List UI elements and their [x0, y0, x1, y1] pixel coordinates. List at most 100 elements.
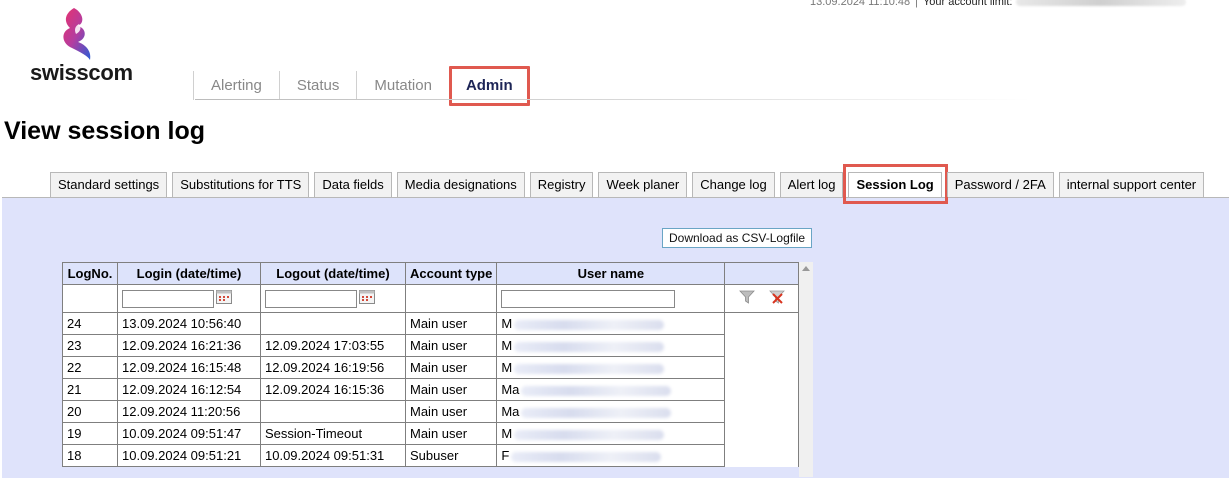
- tab-alerting[interactable]: Alerting: [193, 71, 279, 100]
- table-row[interactable]: 23 12.09.2024 16:21:36 12.09.2024 17:03:…: [62, 334, 800, 357]
- table-header-row: LogNo. Login (date/time) Logout (date/ti…: [62, 262, 800, 285]
- scroll-up-arrow-icon[interactable]: [802, 266, 810, 271]
- swisscom-logo[interactable]: swisscom: [30, 4, 150, 90]
- redacted-user-name: [514, 363, 665, 374]
- filter-cell-logout: [260, 284, 406, 313]
- tab-status[interactable]: Status: [278, 71, 357, 100]
- main-nav-divider: [195, 99, 1031, 100]
- user-name-initial: M: [501, 338, 513, 353]
- cell-user-name: Ma: [496, 400, 726, 423]
- cell-logout: 10.09.2024 09:51:31: [260, 444, 406, 467]
- filter-cell-login: [117, 284, 261, 313]
- cell-logout: Session-Timeout: [260, 422, 406, 445]
- current-datetime: 13.09.2024 11:10:48: [810, 0, 911, 8]
- col-user-name-header[interactable]: User name: [496, 262, 726, 285]
- table-row[interactable]: 19 10.09.2024 09:51:47 Session-Timeout M…: [62, 422, 800, 445]
- cell-account-type: Main user: [404, 312, 498, 335]
- col-login-header[interactable]: Login (date/time): [117, 262, 261, 285]
- login-filter-input[interactable]: [122, 289, 214, 308]
- subtab-media-designations[interactable]: Media designations: [396, 172, 525, 197]
- redacted-user-name: [521, 407, 672, 418]
- cell-user-name: Ma: [496, 378, 726, 401]
- cell-account-type: Subuser: [404, 444, 498, 467]
- table-scrollbar[interactable]: [799, 262, 813, 477]
- cell-login: 12.09.2024 16:12:54: [117, 378, 261, 401]
- cell-actions: [724, 334, 800, 357]
- user-name-initial: Ma: [501, 382, 520, 397]
- cell-actions: [724, 312, 800, 335]
- cell-logout: [260, 312, 406, 335]
- user-name-initial: M: [501, 316, 513, 331]
- col-logno-header[interactable]: LogNo.: [62, 262, 118, 285]
- table-row[interactable]: 22 12.09.2024 16:15:48 12.09.2024 16:19:…: [62, 356, 800, 379]
- col-account-type-header[interactable]: Account type: [404, 262, 498, 285]
- subtab-alert-log[interactable]: Alert log: [779, 172, 844, 197]
- cell-logno: 21: [62, 378, 118, 401]
- calendar-icon[interactable]: [216, 289, 232, 304]
- col-logout-header[interactable]: Logout (date/time): [260, 262, 406, 285]
- user-name-initial: M: [501, 360, 513, 375]
- logo-text: swisscom: [30, 60, 133, 85]
- subtab-data-fields[interactable]: Data fields: [314, 172, 392, 197]
- redacted-user-name: [514, 341, 665, 352]
- download-csv-button[interactable]: Download as CSV-Logfile: [662, 228, 813, 248]
- main-nav: Alerting Status Mutation Admin: [193, 66, 530, 106]
- page-title: View session log: [4, 117, 206, 145]
- subtab-internal-support-center[interactable]: internal support center: [1058, 172, 1205, 197]
- cell-logno: 18: [62, 444, 118, 467]
- user-name-initial: Ma: [501, 404, 520, 419]
- cell-user-name: M: [496, 334, 726, 357]
- account-info-bar: 13.09.2024 11:10:48 | Your account limit:: [810, 0, 1187, 8]
- user-name-initial: M: [501, 426, 513, 441]
- cell-login: 10.09.2024 09:51:47: [117, 422, 261, 445]
- cell-user-name: M: [496, 422, 726, 445]
- subtab-session-log[interactable]: Session Log: [843, 164, 949, 204]
- cell-user-name: M: [496, 312, 726, 335]
- table-row[interactable]: 24 13.09.2024 10:56:40 Main user M: [62, 312, 800, 335]
- redacted-user-name: [521, 385, 672, 396]
- user-filter-input[interactable]: [501, 289, 676, 308]
- cell-logno: 24: [62, 312, 118, 335]
- table-row[interactable]: 21 12.09.2024 16:12:54 12.09.2024 16:15:…: [62, 378, 800, 401]
- subtab-password-2fa[interactable]: Password / 2FA: [946, 172, 1054, 197]
- filter-icon[interactable]: [738, 290, 755, 307]
- account-limit-label: Your account limit:: [922, 0, 1013, 8]
- user-name-initial: F: [501, 448, 510, 463]
- cell-logno: 20: [62, 400, 118, 423]
- tab-admin[interactable]: Admin: [448, 66, 530, 106]
- cell-logout: 12.09.2024 16:15:36: [260, 378, 406, 401]
- cell-actions: [724, 422, 800, 445]
- calendar-icon[interactable]: [359, 289, 375, 304]
- subtab-substitutions-tts[interactable]: Substitutions for TTS: [172, 172, 310, 197]
- cell-account-type: Main user: [404, 378, 498, 401]
- table-row[interactable]: 18 10.09.2024 09:51:21 10.09.2024 09:51:…: [62, 444, 800, 467]
- logout-filter-input[interactable]: [265, 289, 357, 308]
- cell-logno: 23: [62, 334, 118, 357]
- tab-mutation[interactable]: Mutation: [356, 71, 449, 100]
- subtab-week-planer[interactable]: Week planer: [598, 172, 688, 197]
- session-log-table: LogNo. Login (date/time) Logout (date/ti…: [62, 262, 800, 467]
- table-row[interactable]: 20 12.09.2024 11:20:56 Main user Ma: [62, 400, 800, 423]
- cell-user-name: F: [496, 444, 726, 467]
- subtab-registry[interactable]: Registry: [529, 172, 594, 197]
- redacted-account-limit: [1016, 0, 1187, 7]
- col-actions-header: [724, 262, 800, 285]
- cell-login: 10.09.2024 09:51:21: [117, 444, 261, 467]
- cell-logout: 12.09.2024 16:19:56: [260, 356, 406, 379]
- cell-login: 13.09.2024 10:56:40: [117, 312, 261, 335]
- filter-cell-user: [496, 284, 726, 313]
- subtab-standard-settings[interactable]: Standard settings: [50, 172, 168, 197]
- clear-filter-icon[interactable]: [768, 290, 785, 307]
- cell-logno: 22: [62, 356, 118, 379]
- cell-actions: [724, 400, 800, 423]
- cell-actions: [724, 378, 800, 401]
- cell-login: 12.09.2024 11:20:56: [117, 400, 261, 423]
- subtab-change-log[interactable]: Change log: [692, 172, 775, 197]
- admin-subtabs: Standard settings Substitutions for TTS …: [50, 164, 1209, 204]
- cell-actions: [724, 444, 800, 467]
- cell-login: 12.09.2024 16:15:48: [117, 356, 261, 379]
- swisscom-logo-icon: [63, 8, 91, 60]
- cell-logout: [260, 400, 406, 423]
- cell-account-type: Main user: [404, 422, 498, 445]
- separator: |: [915, 0, 918, 8]
